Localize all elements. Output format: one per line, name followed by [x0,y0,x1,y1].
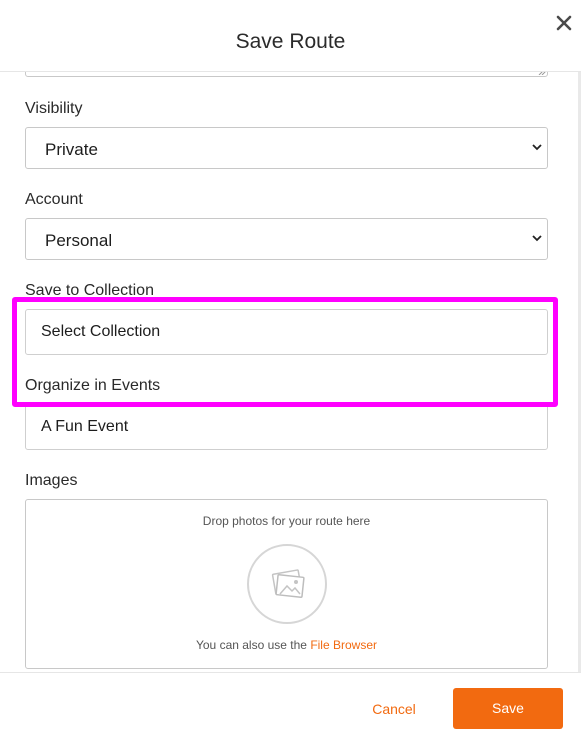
description-textarea[interactable] [25,72,548,77]
file-browser-prefix: You can also use the [195,638,307,652]
save-button[interactable]: Save [453,688,563,729]
account-label: Account [25,191,83,208]
account-value: Personal [45,231,113,250]
chevron-down-icon [532,235,542,242]
account-select[interactable]: Personal [25,218,548,260]
images-label: Images [25,472,78,489]
photo-stack-icon [247,544,327,624]
save-route-modal: Save Route Visibility Private Account Pe… [0,0,581,739]
events-label: Organize in Events [25,377,161,394]
modal-title: Save Route [235,30,346,53]
cancel-button[interactable]: Cancel [355,689,433,729]
visibility-value: Private [45,140,98,159]
collection-input[interactable]: Select Collection [25,309,548,355]
image-dropzone[interactable]: Drop photos for your route here You can … [25,499,548,669]
collection-value: Select Collection [41,323,161,340]
collection-label: Save to Collection [25,282,154,299]
modal-header: Save Route [0,0,581,72]
chevron-down-icon [532,144,542,151]
modal-footer: Cancel Save [0,672,581,739]
events-value: A Fun Event [41,418,129,435]
resize-handle-icon[interactable] [538,72,546,75]
visibility-select[interactable]: Private [25,127,548,169]
events-input[interactable]: A Fun Event [25,404,548,450]
close-icon[interactable] [551,10,577,36]
visibility-label: Visibility [25,100,83,117]
file-browser-link[interactable]: File Browser [310,638,377,652]
dropzone-text: Drop photos for your route here [202,514,371,528]
modal-body[interactable]: Visibility Private Account Personal Save… [0,72,581,672]
dropzone-footer: You can also use the File Browser [26,638,547,652]
